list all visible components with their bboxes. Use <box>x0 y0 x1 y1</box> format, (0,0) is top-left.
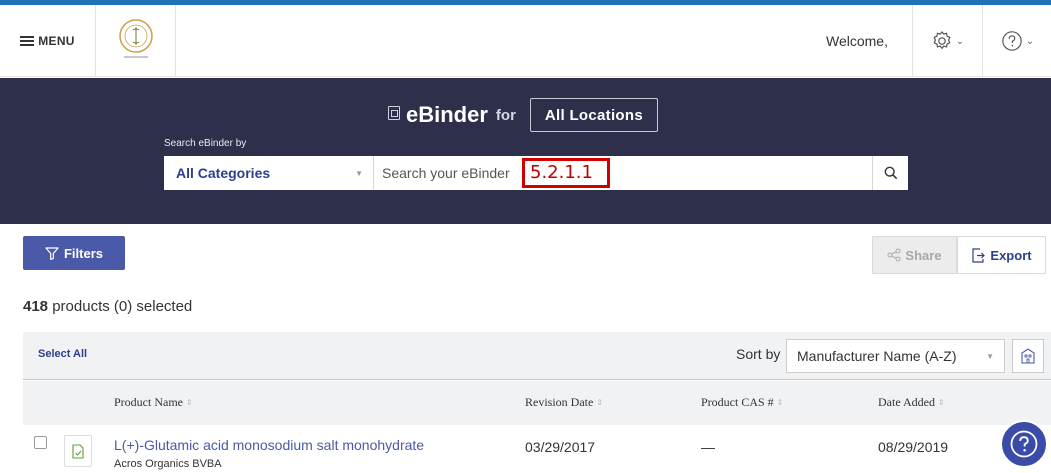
help-chat-button[interactable] <box>1000 420 1048 468</box>
column-header-label: Product CAS # <box>701 395 774 409</box>
search-input[interactable] <box>374 156 872 190</box>
sort-toggle-icon: ⇕ <box>185 398 193 407</box>
share-button[interactable]: Share <box>872 236 957 274</box>
ebinder-title-text: eBinder <box>406 102 488 127</box>
column-header-revision-date[interactable]: Revision Date ⇕ <box>525 395 603 410</box>
sort-select[interactable]: Manufacturer Name (A-Z) ▼ <box>786 339 1005 373</box>
manufacturer-name: Acros Organics BVBA <box>114 458 222 470</box>
ebinder-icon <box>388 106 400 120</box>
filters-button[interactable]: Filters <box>23 236 125 270</box>
settings-menu-button[interactable]: ⌄ <box>912 5 982 77</box>
column-header-label: Product Name <box>114 395 183 409</box>
column-header-label: Date Added <box>878 395 935 409</box>
help-circle-icon <box>1010 430 1038 458</box>
search-button[interactable] <box>872 156 908 190</box>
sort-toggle-icon: ⇕ <box>596 398 604 407</box>
sort-by-label: Sort by <box>736 346 781 362</box>
column-settings-button[interactable] <box>1012 339 1044 373</box>
help-circle-icon <box>1002 31 1022 51</box>
company-logo[interactable] <box>96 5 176 77</box>
gear-icon <box>933 31 951 49</box>
document-button[interactable] <box>64 435 92 467</box>
hamburger-icon <box>20 36 35 46</box>
column-header-product-name[interactable]: Product Name ⇕ <box>114 395 193 410</box>
caret-down-icon: ▼ <box>355 168 363 178</box>
export-button[interactable]: Export <box>957 236 1046 274</box>
help-menu-button[interactable]: ⌄ <box>982 5 1051 77</box>
search-by-label: Search eBinder by <box>164 138 247 149</box>
category-select[interactable]: All Categories ▼ <box>164 156 374 190</box>
sort-toggle-icon: ⇕ <box>937 398 945 407</box>
table-row[interactable]: L(+)-Glutamic acid monosodium salt monoh… <box>23 425 1051 473</box>
revision-date-cell: 03/29/2017 <box>525 439 596 455</box>
menu-label: MENU <box>38 34 75 48</box>
cas-cell: — <box>701 439 715 455</box>
share-label: Share <box>905 247 942 263</box>
search-icon <box>884 166 897 180</box>
search-input-wrapper <box>374 156 872 190</box>
column-header-cas[interactable]: Product CAS # ⇕ <box>701 395 783 410</box>
caret-down-icon: ▼ <box>986 351 994 361</box>
share-icon <box>887 248 901 262</box>
table-header: Product Name ⇕ Revision Date ⇕ Product C… <box>23 381 1051 425</box>
document-icon <box>72 443 84 459</box>
row-checkbox[interactable] <box>34 436 47 449</box>
ebinder-banner: eBinder for All Locations Search eBinder… <box>0 78 1051 224</box>
column-header-date-added[interactable]: Date Added ⇕ <box>878 395 945 410</box>
category-selected: All Categories <box>176 165 271 181</box>
welcome-text: Welcome, <box>826 33 888 49</box>
product-count: 418 products (0) selected <box>23 298 192 315</box>
chevron-down-icon: ⌄ <box>955 35 965 47</box>
export-icon <box>972 247 986 263</box>
column-header-label: Revision Date <box>525 395 594 409</box>
product-count-suffix: products (0) selected <box>48 298 193 315</box>
filters-label: Filters <box>63 245 103 261</box>
chevron-down-icon: ⌄ <box>1025 35 1035 47</box>
annotation-label: 5.2.1.1 <box>522 158 610 188</box>
product-count-number: 418 <box>23 298 49 315</box>
location-selector-button[interactable]: All Locations <box>529 98 658 132</box>
sort-toggle-icon: ⇕ <box>776 398 784 407</box>
building-icon <box>1021 348 1035 364</box>
date-added-cell: 08/29/2019 <box>878 439 949 455</box>
ebinder-title: eBinder for All Locations <box>388 98 658 132</box>
sort-bar: Select All Sort by Manufacturer Name (A-… <box>23 332 1051 380</box>
seal-logo-icon <box>118 19 153 58</box>
app-header: MENU Welcome, ⌄ ⌄ <box>0 5 1051 77</box>
export-label: Export <box>990 247 1032 263</box>
filter-icon <box>45 246 59 260</box>
product-name-link[interactable]: L(+)-Glutamic acid monosodium salt monoh… <box>114 437 424 453</box>
for-text: for <box>495 106 516 124</box>
menu-button[interactable]: MENU <box>0 5 96 77</box>
sort-selected: Manufacturer Name (A-Z) <box>797 348 957 364</box>
select-all-link[interactable]: Select All <box>38 348 87 360</box>
